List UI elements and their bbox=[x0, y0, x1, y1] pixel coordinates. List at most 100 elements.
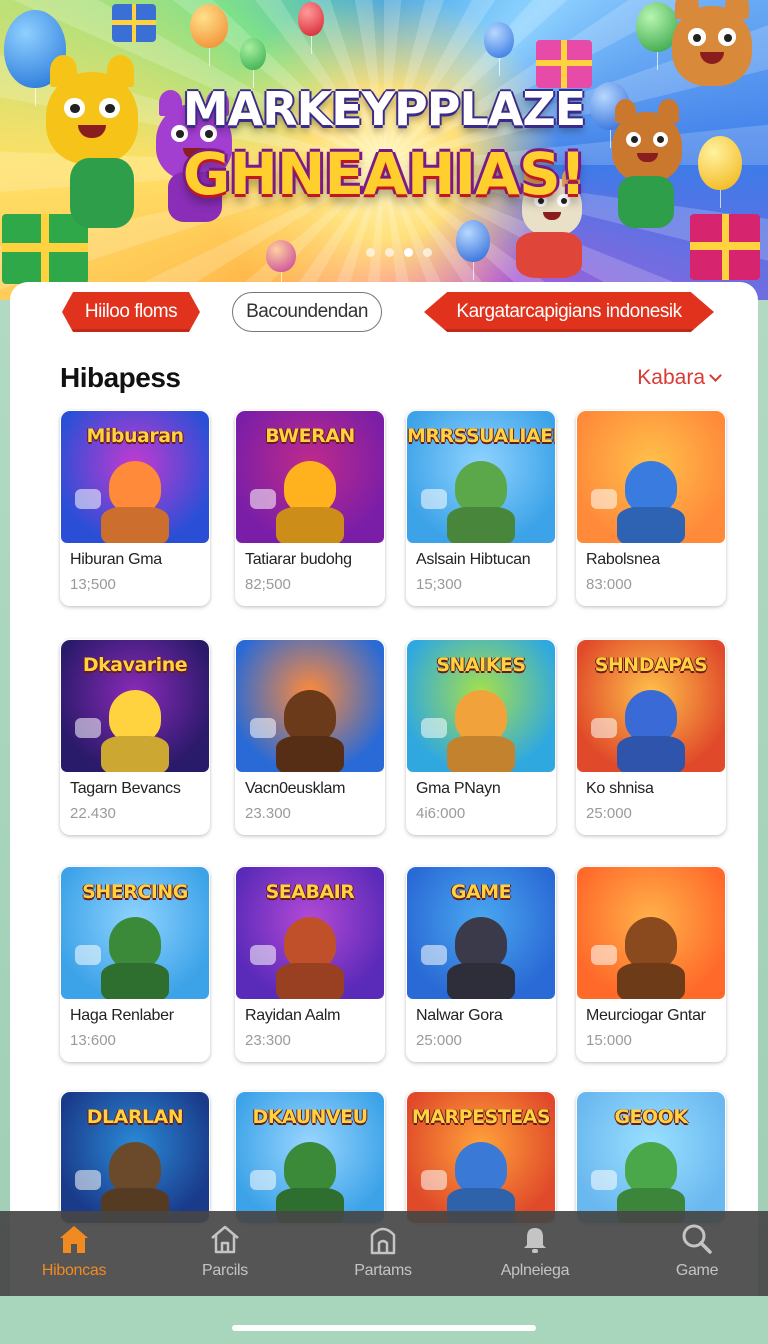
section-header: Hibapess Kabara bbox=[60, 362, 722, 396]
product-thumbnail[interactable]: MARPESTEAS bbox=[407, 1092, 555, 1223]
filter-chip-3[interactable]: Kargatarcapigians indonesik bbox=[424, 292, 714, 332]
filter-chip-2[interactable]: Bacoundendan bbox=[232, 292, 382, 332]
character-body bbox=[447, 963, 515, 999]
product-card[interactable]: Rabolsnea 83:000 bbox=[576, 410, 726, 606]
thumbnail-logo: SEABAIR bbox=[265, 881, 355, 903]
product-card[interactable]: GAME Nalwar Gora 25:000 bbox=[406, 866, 556, 1062]
product-thumbnail[interactable]: Dkavarine bbox=[61, 640, 209, 772]
bottom-strip bbox=[0, 1296, 768, 1344]
prop-shape bbox=[421, 489, 447, 509]
house-outline-icon bbox=[211, 1225, 239, 1254]
product-name: Hiburan Gma bbox=[70, 551, 162, 568]
section-title: Hibapess bbox=[60, 362, 181, 393]
product-name: Ko shnisa bbox=[586, 780, 654, 797]
banner-subtitle: GHNEAHIAS! bbox=[182, 140, 586, 208]
prop-shape bbox=[421, 718, 447, 738]
nav-item-partams[interactable]: Partams bbox=[328, 1219, 438, 1289]
character-body bbox=[276, 963, 344, 999]
character-body bbox=[617, 963, 685, 999]
product-card[interactable]: SNAIKES Gma PNayn 4i6:000 bbox=[406, 639, 556, 835]
nav-label: Aplneiega bbox=[500, 1262, 570, 1279]
product-thumbnail[interactable]: Mibuaran bbox=[61, 411, 209, 543]
balloon-icon bbox=[266, 240, 296, 290]
thumbnail-logo: Mibuaran bbox=[86, 425, 184, 447]
product-thumbnail[interactable] bbox=[577, 411, 725, 543]
product-card[interactable]: DKAUNVEU bbox=[235, 1091, 385, 1223]
thumbnail-logo: SHNDAPAS bbox=[594, 654, 708, 676]
product-name: Tagarn Bevancs bbox=[70, 780, 181, 797]
balloon-icon bbox=[484, 22, 514, 76]
product-name: Nalwar Gora bbox=[416, 1007, 503, 1024]
product-card[interactable]: MRRSSUALIAEI Aslsain Hibtucan 15;300 bbox=[406, 410, 556, 606]
carousel-dot-active[interactable] bbox=[404, 248, 413, 257]
character-figure bbox=[625, 690, 677, 742]
product-card[interactable]: Vacn0eusklam 23.300 bbox=[235, 639, 385, 835]
product-card[interactable]: Dkavarine Tagarn Bevancs 22.430 bbox=[60, 639, 210, 835]
product-thumbnail[interactable] bbox=[236, 640, 384, 772]
prop-shape bbox=[250, 1170, 276, 1190]
nav-label: Partams bbox=[354, 1262, 412, 1279]
filter-chips: Hiiloo floms Bacoundendan Kargatarcapigi… bbox=[10, 292, 758, 332]
character-figure bbox=[625, 1142, 677, 1194]
product-card[interactable]: GEOOK bbox=[576, 1091, 726, 1223]
nav-item-game[interactable]: Game bbox=[642, 1219, 752, 1289]
nav-item-parcils[interactable]: Parcils bbox=[170, 1219, 280, 1289]
product-name: Aslsain Hibtucan bbox=[416, 551, 531, 568]
product-thumbnail[interactable]: DLARLAN bbox=[61, 1092, 209, 1223]
gift-icon bbox=[112, 4, 156, 42]
product-thumbnail[interactable]: MRRSSUALIAEI bbox=[407, 411, 555, 543]
balloon-icon bbox=[298, 2, 324, 54]
prop-shape bbox=[250, 945, 276, 965]
prop-shape bbox=[591, 489, 617, 509]
prop-shape bbox=[591, 945, 617, 965]
product-price: 23.300 bbox=[245, 805, 291, 822]
hero-banner[interactable]: MARKEYPPLAZE GHNEAHIAS! bbox=[0, 0, 768, 300]
home-icon bbox=[60, 1226, 88, 1253]
carousel-dot[interactable] bbox=[423, 248, 432, 257]
product-card[interactable]: DLARLAN bbox=[60, 1091, 210, 1223]
product-thumbnail[interactable]: SNAIKES bbox=[407, 640, 555, 772]
filter-chip-1[interactable]: Hiiloo floms bbox=[62, 292, 200, 332]
product-card[interactable]: Meurciogar Gntar 15:000 bbox=[576, 866, 726, 1062]
product-thumbnail[interactable]: SHERCING bbox=[61, 867, 209, 999]
product-price: 25:000 bbox=[586, 805, 632, 822]
prop-shape bbox=[591, 718, 617, 738]
thumbnail-logo: GEOOK bbox=[614, 1106, 688, 1128]
section-more-label: Kabara bbox=[637, 366, 705, 389]
carousel-dot[interactable] bbox=[366, 248, 375, 257]
thumbnail-logo: MARPESTEAS bbox=[411, 1106, 551, 1128]
product-thumbnail[interactable]: SEABAIR bbox=[236, 867, 384, 999]
character-figure bbox=[455, 917, 507, 969]
character-figure bbox=[284, 917, 336, 969]
character-figure bbox=[455, 461, 507, 513]
product-price: 4i6:000 bbox=[416, 805, 466, 822]
prop-shape bbox=[591, 1170, 617, 1190]
product-card[interactable]: BWERAN Tatiarar budohg 82;500 bbox=[235, 410, 385, 606]
product-card[interactable]: SEABAIR Rayidan Aalm 23:300 bbox=[235, 866, 385, 1062]
prop-shape bbox=[75, 489, 101, 509]
product-card[interactable]: Mibuaran Hiburan Gma 13;500 bbox=[60, 410, 210, 606]
carousel-dot[interactable] bbox=[385, 248, 394, 257]
section-more-link[interactable]: Kabara bbox=[637, 366, 722, 390]
character-figure bbox=[109, 690, 161, 742]
product-thumbnail[interactable]: SHNDAPAS bbox=[577, 640, 725, 772]
product-thumbnail[interactable]: DKAUNVEU bbox=[236, 1092, 384, 1223]
product-card[interactable]: MARPESTEAS bbox=[406, 1091, 556, 1223]
product-thumbnail[interactable]: GAME bbox=[407, 867, 555, 999]
carousel-indicator[interactable] bbox=[366, 248, 432, 257]
product-thumbnail[interactable] bbox=[577, 867, 725, 999]
prop-shape bbox=[421, 1170, 447, 1190]
nav-item-home[interactable]: Hiboncas bbox=[19, 1219, 129, 1289]
product-name: Vacn0eusklam bbox=[245, 780, 346, 797]
nav-label: Hiboncas bbox=[41, 1262, 107, 1279]
product-thumbnail[interactable]: GEOOK bbox=[577, 1092, 725, 1223]
nav-item-aplneiega[interactable]: Aplneiega bbox=[480, 1219, 590, 1289]
balloon-icon bbox=[456, 220, 490, 280]
product-card[interactable]: SHERCING Haga Renlaber 13:600 bbox=[60, 866, 210, 1062]
product-thumbnail[interactable]: BWERAN bbox=[236, 411, 384, 543]
prop-shape bbox=[421, 945, 447, 965]
product-name: Tatiarar budohg bbox=[245, 551, 352, 568]
thumbnail-logo: DKAUNVEU bbox=[252, 1106, 368, 1128]
product-card[interactable]: SHNDAPAS Ko shnisa 25:000 bbox=[576, 639, 726, 835]
product-name: Gma PNayn bbox=[416, 780, 501, 797]
